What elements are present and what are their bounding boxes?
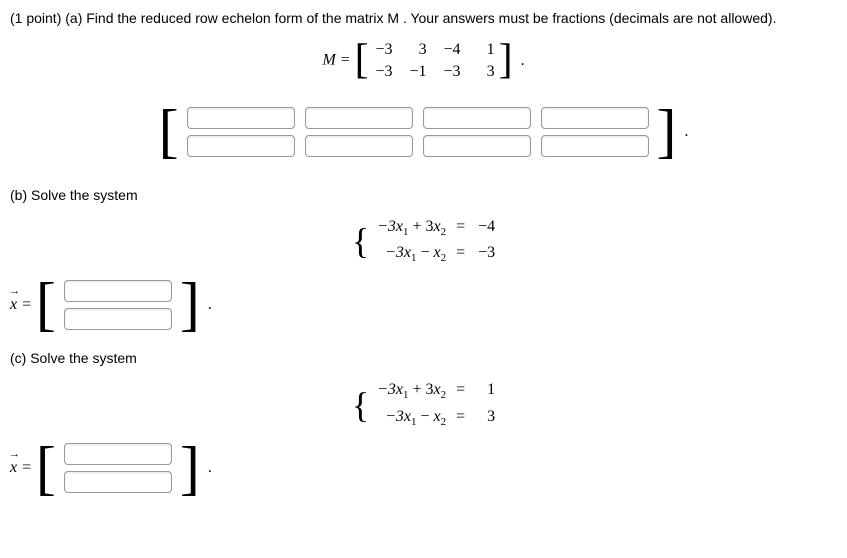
period: . [208,459,212,476]
part-b-answer: x = [ ] . [10,279,837,330]
eq-rhs: −3 [475,244,495,264]
b-input-1[interactable] [64,280,172,302]
matrix-m-display: M = [ −3 3 −4 1 −3 −1 −3 3 ] . [10,41,837,81]
eq-sign: = [456,381,465,401]
m-cell: −4 [441,41,461,59]
system-c-display: { −3x1 + 3x2 = 1 −3x1 − x2 = 3 [10,381,837,427]
part-c-answer: x = [ ] . [10,443,837,494]
bracket-left-icon: [ [159,98,179,164]
m-cell: 3 [407,41,427,59]
bracket-right-icon: ] [499,42,513,80]
bracket-right-icon: ] [656,98,676,164]
part-b-label: (b) Solve the system [10,187,837,203]
rref-answer-matrix: [ ] . [10,106,837,157]
eq-lhs: −3x1 + 3x2 [377,381,446,401]
m-cell: −3 [441,63,461,81]
rref-input-1-4[interactable] [541,107,649,129]
eq-sign: = [456,218,465,238]
brace-left-icon: { [352,385,369,425]
eq-lhs: −3x1 − x2 [377,244,446,264]
c-input-2[interactable] [64,471,172,493]
intro-text: (1 point) (a) Find the reduced row echel… [10,10,837,26]
m-cell: −1 [407,63,427,81]
bracket-left-icon: [ [355,42,369,80]
brace-left-icon: { [352,221,369,261]
bracket-right-icon: ] [180,271,200,337]
vec-x-label: x = [10,459,32,476]
eq-lhs: −3x1 + 3x2 [377,218,446,238]
m-cell: −3 [373,41,393,59]
period: . [208,296,212,313]
bracket-left-icon: [ [36,435,56,501]
period: . [684,123,688,140]
period: . [521,52,525,69]
m-cell: 3 [475,63,495,81]
rref-input-1-3[interactable] [423,107,531,129]
m-cell: −3 [373,63,393,81]
rref-input-2-1[interactable] [187,135,295,157]
part-c-label: (c) Solve the system [10,350,837,366]
eq-sign: = [456,408,465,428]
m-cell: 1 [475,41,495,59]
c-input-1[interactable] [64,443,172,465]
bracket-left-icon: [ [36,271,56,337]
eq-rhs: 1 [475,381,495,401]
bracket-right-icon: ] [180,435,200,501]
system-b-display: { −3x1 + 3x2 = −4 −3x1 − x2 = −3 [10,218,837,264]
rref-input-2-2[interactable] [305,135,413,157]
eq-rhs: 3 [475,408,495,428]
b-input-2[interactable] [64,308,172,330]
eq-rhs: −4 [475,218,495,238]
rref-input-2-3[interactable] [423,135,531,157]
matrix-m-label: M = [322,52,350,69]
eq-sign: = [456,244,465,264]
vec-x-label: x = [10,296,32,313]
eq-lhs: −3x1 − x2 [377,408,446,428]
rref-input-1-2[interactable] [305,107,413,129]
rref-input-1-1[interactable] [187,107,295,129]
rref-input-2-4[interactable] [541,135,649,157]
